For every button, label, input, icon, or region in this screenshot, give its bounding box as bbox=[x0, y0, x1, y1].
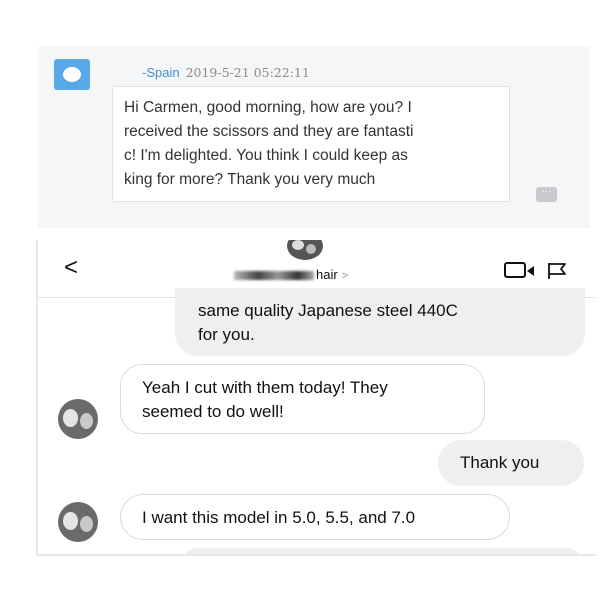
message-line: Thank you bbox=[460, 453, 540, 472]
message-meta: -Spain 2019-5-21 05:22:11 bbox=[142, 65, 310, 80]
message-line: Yeah I cut with them today! They bbox=[142, 378, 388, 397]
chat-message-incoming: Yeah I cut with them today! They seemed … bbox=[120, 364, 485, 434]
email-message-bubble: Hi Carmen, good morning, how are you? I … bbox=[112, 86, 510, 202]
cloud-icon bbox=[63, 67, 81, 82]
message-timestamp: 2019-5-21 05:22:11 bbox=[185, 65, 310, 80]
message-line: for you. bbox=[198, 325, 255, 344]
sender-name[interactable]: -Spain bbox=[142, 65, 180, 80]
message-line: c! I'm delighted. You think I could keep… bbox=[124, 147, 408, 164]
avatar-figure bbox=[80, 516, 93, 532]
avatar-figure bbox=[80, 413, 93, 429]
sender-avatar[interactable] bbox=[54, 59, 90, 90]
flag-icon[interactable] bbox=[547, 262, 567, 280]
contact-avatar-small[interactable] bbox=[58, 502, 98, 542]
message-line: Hi Carmen, good morning, how are you? I bbox=[124, 99, 412, 116]
avatar-figure bbox=[63, 512, 78, 530]
video-call-icon[interactable] bbox=[504, 262, 534, 278]
contact-avatar-small[interactable] bbox=[58, 399, 98, 439]
chevron-right-icon: > bbox=[341, 270, 349, 282]
chat-message-incoming: I want this model in 5.0, 5.5, and 7.0 bbox=[120, 494, 510, 540]
message-line: received the scissors and they are fanta… bbox=[124, 123, 414, 140]
chat-panel: < hair > same quality Japanese steel 440C… bbox=[36, 240, 596, 556]
chat-message-outgoing: same quality Japanese steel 440C for you… bbox=[175, 288, 585, 356]
message-line: I want this model in 5.0, 5.5, and 7.0 bbox=[142, 508, 416, 527]
chat-message-outgoing-partial bbox=[182, 548, 582, 554]
message-line: seemed to do well! bbox=[142, 402, 284, 421]
contact-avatar[interactable] bbox=[287, 240, 323, 260]
contact-name[interactable]: hair > bbox=[234, 267, 414, 282]
avatar-figure bbox=[63, 409, 78, 427]
contact-name-visible: hair bbox=[316, 267, 338, 282]
email-message-panel: -Spain 2019-5-21 05:22:11 Hi Carmen, good… bbox=[38, 46, 590, 228]
message-line: king for more? Thank you very much bbox=[124, 171, 376, 188]
avatar-figure bbox=[306, 244, 316, 254]
chat-message-outgoing: Thank you bbox=[438, 440, 584, 486]
redacted-username bbox=[234, 271, 314, 281]
avatar-figure bbox=[292, 240, 304, 250]
more-icon[interactable]: ··· bbox=[536, 187, 557, 202]
back-icon[interactable]: < bbox=[64, 256, 78, 280]
message-line: same quality Japanese steel 440C bbox=[198, 301, 458, 320]
